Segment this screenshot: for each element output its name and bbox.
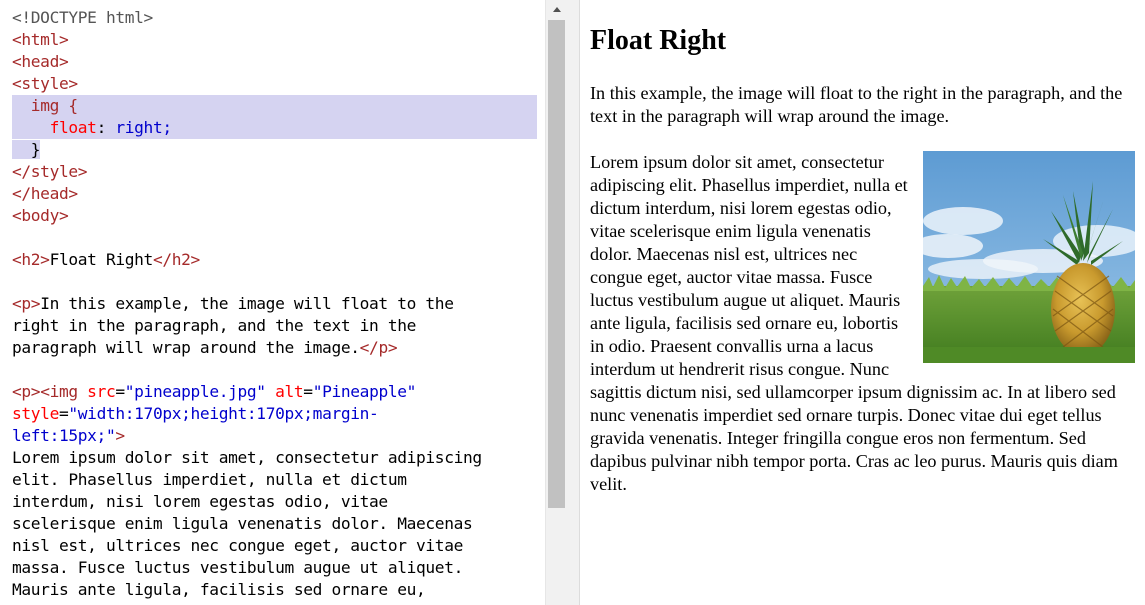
code-equals: = [115, 382, 125, 401]
code-text: right in the paragraph, and the text in … [12, 316, 417, 335]
code-text: Lorem ipsum dolor sit amet, consectetur … [12, 448, 482, 467]
css-colon: : [96, 118, 116, 137]
code-tag: <body> [12, 206, 69, 225]
code-line: elit. Phasellus imperdiet, nulla et dict… [12, 469, 537, 491]
code-line: massa. Fusce luctus vestibulum augue ut … [12, 557, 537, 579]
code-line: <body> [12, 205, 537, 227]
code-equals: = [303, 382, 313, 401]
code-line: <html> [12, 29, 537, 51]
css-brace: } [30, 140, 41, 159]
code-line: style="width:170px;height:170px;margin- [12, 403, 537, 425]
code-line: right in the paragraph, and the text in … [12, 315, 537, 337]
code-tag: <html> [12, 30, 69, 49]
code-tag: <p> [12, 382, 41, 401]
code-attr-value: "pineapple.jpg" [124, 382, 266, 401]
code-line: <h2>Float Right</h2> [12, 249, 537, 271]
code-tag: <head> [12, 52, 69, 71]
page-title: Float Right [590, 25, 727, 56]
code-line-selected: float: right; [12, 117, 537, 139]
code-tag: <h2> [12, 250, 50, 269]
code-line: } [12, 139, 537, 161]
css-value: right; [115, 118, 172, 137]
code-text: massa. Fusce luctus vestibulum augue ut … [12, 558, 463, 577]
intro-paragraph: In this example, the image will float to… [590, 83, 1123, 126]
code-doctype: <!DOCTYPE html> [12, 8, 153, 27]
code-text: scelerisque enim ligula venenatis dolor.… [12, 514, 473, 533]
pane-divider[interactable] [567, 0, 580, 605]
code-tag: <img [40, 382, 88, 401]
code-tag: </p> [359, 338, 398, 357]
code-line: Mauris ante ligula, facilisis sed ornare… [12, 579, 537, 601]
code-attr-value: "Pineapple" [312, 382, 417, 401]
code-line: <head> [12, 51, 537, 73]
code-attr-value: "width:170px;height:170px;margin- [68, 404, 379, 423]
code-line: <p><img src="pineapple.jpg" alt="Pineapp… [12, 381, 537, 403]
scrollbar-thumb[interactable] [548, 20, 565, 508]
lorem-paragraph: Lorem ipsum dolor sit amet, consectetur … [590, 151, 1135, 496]
code-tag: > [115, 426, 125, 445]
code-tag: <p> [12, 294, 41, 313]
code-attribute: src [87, 382, 116, 401]
code-equals: = [58, 404, 69, 423]
scroll-up-button[interactable] [546, 0, 568, 18]
preview-content: Float Right In this example, the image w… [580, 24, 1145, 496]
code-line: Lorem ipsum dolor sit amet, consectetur … [12, 447, 537, 469]
editor-scrollbar[interactable] [545, 0, 567, 605]
code-line: <p>In this example, the image will float… [12, 293, 537, 315]
code-editor[interactable]: <!DOCTYPE html> <html> <head> <style> im… [0, 0, 545, 605]
code-tag: </head> [12, 184, 78, 203]
code-line: </style> [12, 161, 537, 183]
code-text: elit. Phasellus imperdiet, nulla et dict… [12, 470, 407, 489]
result-preview: Float Right In this example, the image w… [580, 0, 1145, 605]
code-content[interactable]: <!DOCTYPE html> <html> <head> <style> im… [12, 7, 537, 601]
code-line: left:15px;"> [12, 425, 537, 447]
code-tag: </style> [12, 162, 88, 181]
code-text: In this example, the image will float to… [40, 294, 454, 313]
code-line: </head> [12, 183, 537, 205]
code-line: <style> [12, 73, 537, 95]
css-selector: img { [30, 96, 78, 115]
code-attribute: alt [275, 382, 304, 401]
code-line: paragraph will wrap around the image.</p… [12, 337, 537, 359]
code-text: Float Right [49, 250, 154, 269]
arrow-up-icon [553, 6, 561, 12]
code-attr-value: left:15px;" [12, 426, 116, 445]
code-line-selected: img { [12, 95, 537, 117]
code-text: paragraph will wrap around the image. [12, 338, 360, 357]
code-line: nisl est, ultrices nec congue eget, auct… [12, 535, 537, 557]
code-line: interdum, nisi lorem egestas odio, vitae [12, 491, 537, 513]
code-tag: </h2> [152, 250, 200, 269]
code-line: <!DOCTYPE html> [12, 7, 537, 29]
code-line: scelerisque enim ligula venenatis dolor.… [12, 513, 537, 535]
pineapple-image [923, 151, 1135, 363]
code-text: Mauris ante ligula, facilisis sed ornare… [12, 580, 426, 599]
css-property: float [49, 118, 97, 137]
code-text: interdum, nisi lorem egestas odio, vitae [12, 492, 388, 511]
code-tag: <style> [12, 74, 78, 93]
code-text: nisl est, ultrices nec congue eget, auct… [12, 536, 463, 555]
code-attribute: style [12, 404, 59, 423]
code-line-selected-tail: } [12, 140, 41, 159]
